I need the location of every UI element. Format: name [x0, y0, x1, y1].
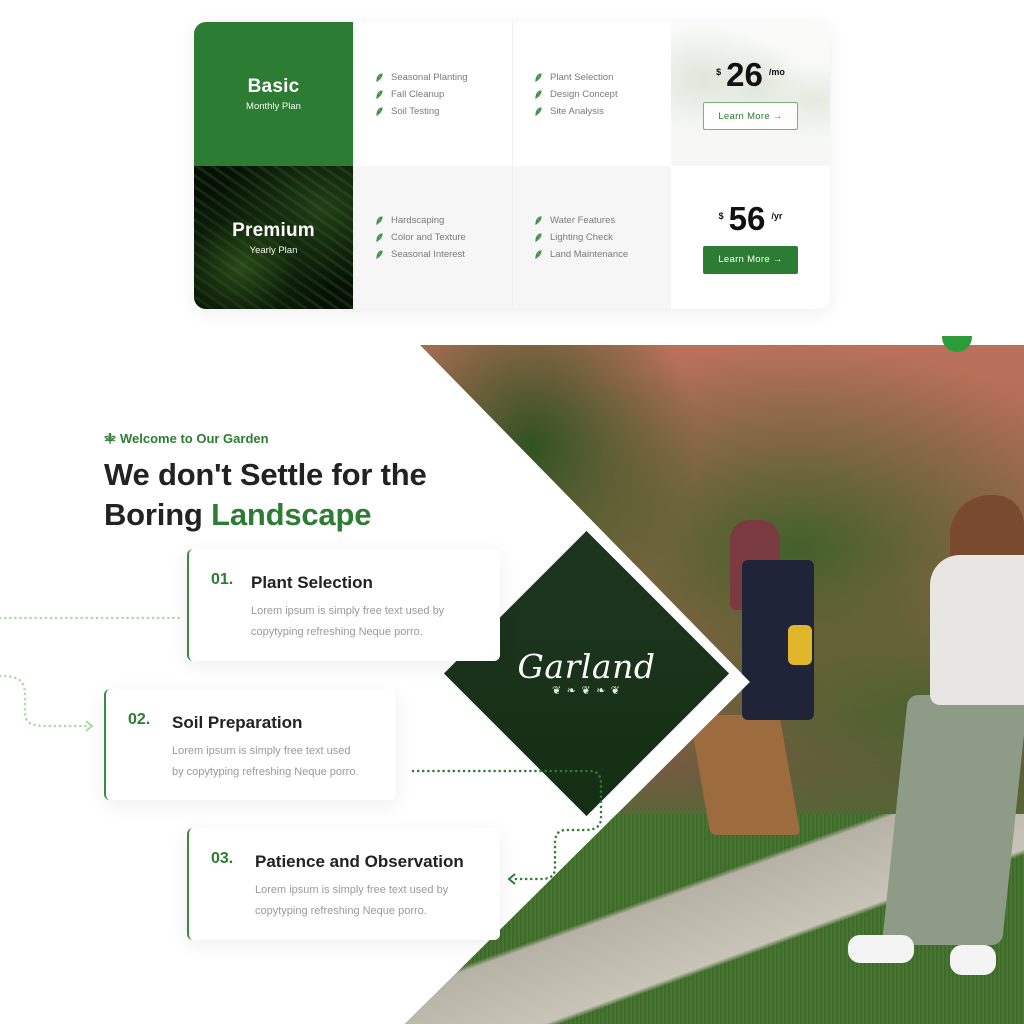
price: $ 56 /yr — [718, 199, 783, 237]
price-amount: 56 — [728, 199, 766, 237]
woman-figure — [930, 555, 1024, 705]
step-title: Plant Selection — [251, 573, 373, 592]
step-title: Patience and Observation — [255, 852, 464, 871]
feature-label: Seasonal Planting — [391, 71, 468, 83]
feature-label: Color and Texture — [391, 232, 466, 243]
feature-label: Lighting Check — [550, 232, 613, 243]
headline-plain: Boring — [104, 497, 212, 532]
price-amount: 26 — [726, 56, 763, 93]
headline-line1: We don't Settle for the — [104, 457, 427, 492]
headline-accent: Landscape — [211, 497, 372, 532]
leaf-icon — [535, 89, 542, 99]
feature-label: Hardscaping — [391, 215, 445, 226]
feature-item: Land Maintenance — [535, 249, 671, 260]
step-card-2[interactable]: 02. Soil Preparation Lorem ipsum is simp… — [104, 689, 396, 800]
feature-item: Seasonal Planting — [376, 72, 512, 83]
feature-label: Plant Selection — [550, 71, 614, 83]
feature-item: Color and Texture — [376, 232, 512, 243]
pricing-table: Basic Monthly Plan Seasonal Planting Fal… — [194, 22, 830, 309]
step-title: Soil Preparation — [172, 713, 303, 732]
section-eyebrow: Welcome to Our Garden — [104, 431, 269, 446]
price: $ 26 /mo — [716, 58, 785, 92]
leaf-icon — [535, 106, 542, 116]
step-card-1[interactable]: 01. Plant Selection Lorem ipsum is simpl… — [187, 549, 500, 661]
feature-item: Site Analysis — [535, 106, 671, 117]
sprout-icon — [104, 432, 116, 445]
arrow-icon — [85, 720, 94, 732]
arrow-icon — [507, 873, 516, 885]
leaf-icon — [376, 106, 383, 116]
description-line: Lorem ipsum is simply free text used by — [255, 884, 449, 896]
description-line: copytyping refreshing Neque porro. — [251, 626, 423, 638]
feature-item: Seasonal Interest — [376, 249, 512, 260]
lawn — [405, 814, 1024, 1024]
leaf-icon — [535, 72, 542, 82]
plan-name: Basic — [247, 76, 300, 97]
feature-label: Fall Cleanup — [391, 88, 445, 100]
feature-item: Lighting Check — [535, 232, 671, 243]
step-number: 02. — [128, 711, 151, 728]
description-line: by copytyping refreshing Neque porro. — [172, 766, 359, 778]
step-description: Lorem ipsum is simply free text used by … — [251, 601, 444, 643]
plan-basic-header: Basic Monthly Plan — [194, 22, 353, 166]
leaf-ornament-icon: ❦ ❧ ❦ ❧ ❦ — [551, 683, 622, 697]
feature-item: Water Features — [535, 215, 671, 226]
feature-label: Land Maintenance — [550, 249, 629, 260]
connector-line — [0, 674, 92, 728]
step-description: Lorem ipsum is simply free text used by … — [255, 880, 448, 922]
plan-subtitle: Monthly Plan — [246, 101, 301, 112]
plan-premium-header: Premium Yearly Plan — [194, 166, 353, 309]
feature-label: Design Concept — [550, 88, 618, 100]
learn-more-button-basic[interactable]: Learn More → — [703, 102, 798, 130]
learn-more-button-premium[interactable]: Learn More → — [703, 245, 798, 274]
woman-figure — [881, 695, 1024, 945]
step-description: Lorem ipsum is simply free text used by … — [172, 741, 359, 783]
description-line: Lorem ipsum is simply free text used by — [251, 605, 445, 617]
step-card-3[interactable]: 03. Patience and Observation Lorem ipsum… — [187, 828, 500, 940]
brand-logo: Garland — [517, 646, 656, 686]
leaf-icon — [535, 216, 542, 225]
feature-label: Water Features — [550, 215, 616, 226]
gardener-figure — [788, 625, 812, 665]
price-period: /mo — [768, 67, 785, 77]
price-period: /yr — [771, 210, 783, 221]
feature-item: Design Concept — [535, 89, 671, 100]
step-number: 03. — [211, 850, 234, 867]
price-currency: $ — [716, 67, 722, 77]
price-currency: $ — [718, 210, 724, 221]
leaf-icon — [376, 233, 383, 242]
leaf-icon — [376, 72, 383, 82]
plan-subtitle: Yearly Plan — [249, 244, 298, 256]
plan-name: Premium — [232, 219, 315, 241]
leaf-icon — [535, 250, 542, 259]
page-headline: We don't Settle for the Boring Landscape — [104, 455, 427, 535]
feature-label: Site Analysis — [550, 105, 604, 117]
headline-line2: Boring Landscape — [104, 495, 427, 535]
leaf-icon — [376, 89, 383, 99]
eyebrow-text: Welcome to Our Garden — [120, 431, 269, 446]
leaf-icon — [376, 216, 383, 225]
feature-label: Soil Testing — [391, 105, 440, 117]
description-line: copytyping refreshing Neque porro. — [255, 905, 427, 917]
plan-basic-price: $ 26 /mo Learn More → — [671, 22, 830, 166]
plan-basic-features-col1: Seasonal Planting Fall Cleanup Soil Test… — [353, 22, 512, 166]
plan-premium-features-col2: Water Features Lighting Check Land Maint… — [512, 166, 671, 309]
leaf-icon — [535, 233, 542, 242]
description-line: Lorem ipsum is simply free text used — [172, 745, 351, 757]
feature-item: Soil Testing — [376, 106, 512, 117]
woman-figure — [848, 935, 914, 963]
step-number: 01. — [211, 571, 234, 588]
plan-basic-features-col2: Plant Selection Design Concept Site Anal… — [512, 22, 671, 166]
feature-item: Hardscaping — [376, 215, 512, 226]
feature-label: Seasonal Interest — [391, 249, 465, 260]
feature-item: Plant Selection — [535, 72, 671, 83]
plan-premium-price: $ 56 /yr Learn More → — [671, 166, 830, 309]
plan-premium-features-col1: Hardscaping Color and Texture Seasonal I… — [353, 166, 512, 309]
feature-item: Fall Cleanup — [376, 89, 512, 100]
leaf-icon — [376, 250, 383, 259]
woman-figure — [950, 945, 996, 975]
